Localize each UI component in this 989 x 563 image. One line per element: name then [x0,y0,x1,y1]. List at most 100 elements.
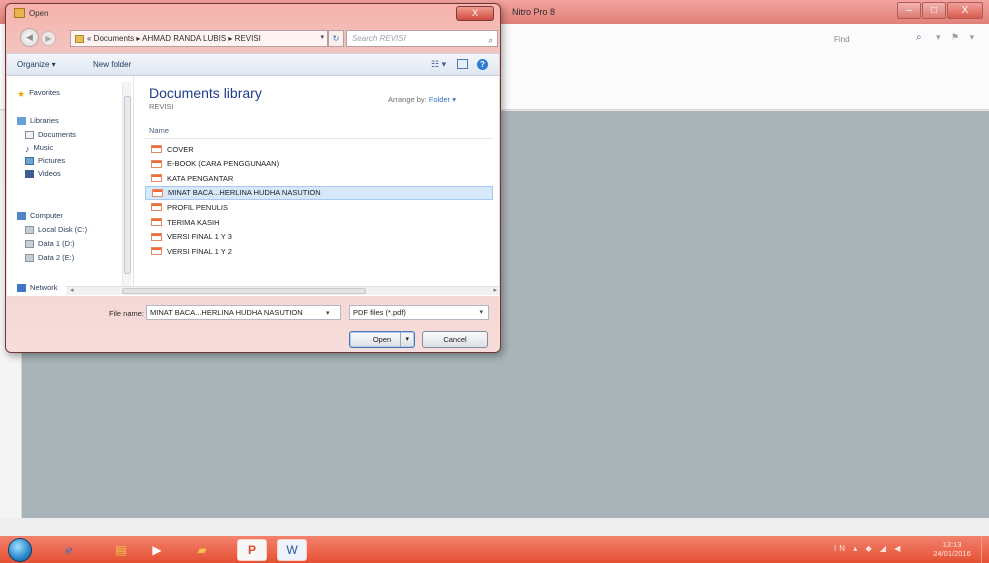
horizontal-scrollbar[interactable]: ◂ ▸ [66,286,499,295]
nav-item-network[interactable]: Network [17,283,58,292]
chevron-down-icon[interactable]: ▾ [320,33,324,41]
organize-button[interactable]: Organize ▾ [17,60,56,69]
file-row[interactable]: VERSI FINAL 1 Y 3 [145,230,493,244]
nav-scroll-thumb[interactable] [124,96,131,274]
folder-app-icon[interactable]: ▰ [187,539,217,561]
star-icon: ★ [17,88,26,99]
back-arrow-icon[interactable]: ◀ [20,28,39,47]
chevron-down-icon[interactable]: ▾ [326,309,330,317]
search-icon[interactable]: ⌕ [489,33,493,48]
dialog-close-button[interactable]: X [456,6,494,21]
internet-explorer-icon[interactable]: ℯ [54,539,84,561]
nav-item-computer[interactable]: Computer [17,211,63,220]
window-controls: – □ X [896,2,983,19]
nav-label: Videos [38,169,61,178]
ribbon-extra-icons[interactable]: ▾ ⚑ ▾ [936,32,978,43]
file-type-select[interactable]: PDF files (*.pdf) ▾ [349,305,489,320]
file-name: VERSI FINAL 1 Y 2 [167,246,232,256]
app-title: Nitro Pro 8 [512,7,556,17]
file-row[interactable]: TERIMA KASIH [145,215,493,229]
scroll-left-arrow-icon[interactable]: ◂ [70,286,74,294]
nav-item-data1[interactable]: Data 1 (D:) [25,239,75,248]
start-button[interactable] [8,538,32,562]
nav-item-data2[interactable]: Data 2 (E:) [25,253,74,262]
chevron-down-icon[interactable]: ▾ [479,306,483,319]
refresh-icon[interactable]: ↻ [328,30,344,47]
address-bar[interactable]: « Documents ▸ AHMAD RANDA LUBIS ▸ REVISI… [70,30,328,47]
arrange-by[interactable]: Arrange by: Folder ▾ [388,95,456,104]
videos-icon [25,169,34,178]
forward-arrow-icon[interactable]: ▶ [41,31,56,46]
drive-icon [25,225,34,234]
address-path: « Documents ▸ AHMAD RANDA LUBIS ▸ REVISI [87,34,261,43]
file-row[interactable]: COVER [145,142,493,156]
nav-label: Local Disk (C:) [38,225,88,234]
folder-icon [14,8,25,18]
search-placeholder: Search REVISI [352,34,406,43]
nav-item-music[interactable]: ♪ Music [25,143,54,154]
library-icon [17,116,26,125]
browser-panel: ★ Favorites Libraries Documents ♪ Music … [7,76,499,296]
documents-icon [25,130,34,139]
file-name: KATA PENGANTAR [167,173,234,183]
system-tray[interactable]: IN ▴ ◆ ◢ ◀ [834,544,903,553]
preview-pane-icon[interactable] [457,59,468,69]
file-row[interactable]: MINAT BACA...HERLINA HUDHA NASUTION [145,185,493,200]
view-options-icon[interactable]: ☷ ▾ [431,59,446,70]
arrange-by-value[interactable]: Folder ▾ [429,95,456,104]
column-divider [145,138,493,139]
file-explorer-icon[interactable]: ▤ [106,539,136,561]
find-field[interactable]: Find [822,33,908,47]
file-row[interactable]: VERSI FINAL 1 Y 2 [145,244,493,258]
nav-item-pictures[interactable]: Pictures [25,156,65,165]
nav-label: Data 1 (D:) [38,239,75,248]
nav-label: Music [33,143,54,152]
file-name: E-BOOK (CARA PENGGUNAAN) [167,159,280,169]
library-title: Documents library [149,85,262,101]
show-desktop-button[interactable] [981,536,989,563]
app-status-bar [0,518,989,536]
navigation-pane: ★ Favorites Libraries Documents ♪ Music … [7,76,134,296]
nav-label: Computer [30,211,63,220]
file-row[interactable]: PROFIL PENULIS [145,200,493,214]
file-name: VERSI FINAL 1 Y 3 [167,232,232,242]
nav-item-favorites[interactable]: ★ Favorites [17,88,60,99]
dialog-title: Open [29,8,49,18]
nav-item-videos[interactable]: Videos [25,169,61,178]
nav-item-documents[interactable]: Documents [25,130,76,139]
app-close-button[interactable]: X [947,2,983,19]
network-icon [17,283,26,292]
open-button[interactable]: Open ▾ [349,331,415,348]
file-name-input[interactable]: MINAT BACA...HERLINA HUDHA NASUTION [146,305,341,320]
new-folder-button[interactable]: New folder [93,60,131,69]
pdf-file-icon [151,247,162,256]
file-type-value: PDF files (*.pdf) [353,308,406,317]
search-input[interactable]: Search REVISI ⌕ [346,30,498,47]
word-icon[interactable]: W [277,539,307,561]
cancel-button[interactable]: Cancel [422,331,488,348]
nav-item-local-disk[interactable]: Local Disk (C:) [25,225,87,234]
chevron-down-icon[interactable]: ▾ [400,332,409,347]
nav-label: Pictures [38,156,66,165]
horizontal-scroll-thumb[interactable] [122,288,366,294]
find-search-icon[interactable]: ⌕ [916,32,922,43]
open-dialog: Open X ◀ ▶ « Documents ▸ AHMAD RANDA LUB… [5,3,501,353]
scroll-right-arrow-icon[interactable]: ▸ [493,286,497,294]
clock[interactable]: 13:13 24/01/2016 [932,540,972,558]
file-row[interactable]: KATA PENGANTAR [145,171,493,185]
command-bar: Organize ▾ New folder ☷ ▾ ? [7,53,499,76]
pdf-file-icon [151,159,162,168]
pdf-file-icon [151,232,162,241]
file-name: PROFIL PENULIS [167,202,228,212]
pdf-reader-icon[interactable]: P [237,539,267,561]
maximize-button[interactable]: □ [922,2,946,19]
column-header-name[interactable]: Name [149,126,169,135]
file-row[interactable]: E-BOOK (CARA PENGGUNAAN) [145,157,493,171]
nav-scrollbar[interactable] [122,82,131,290]
minimize-button[interactable]: – [897,2,921,19]
library-subtitle: REVISI [149,102,174,111]
media-player-icon[interactable]: ▶ [142,539,172,561]
nav-item-libraries[interactable]: Libraries [17,116,59,125]
file-name: MINAT BACA...HERLINA HUDHA NASUTION [168,188,321,198]
help-icon[interactable]: ? [477,59,488,70]
